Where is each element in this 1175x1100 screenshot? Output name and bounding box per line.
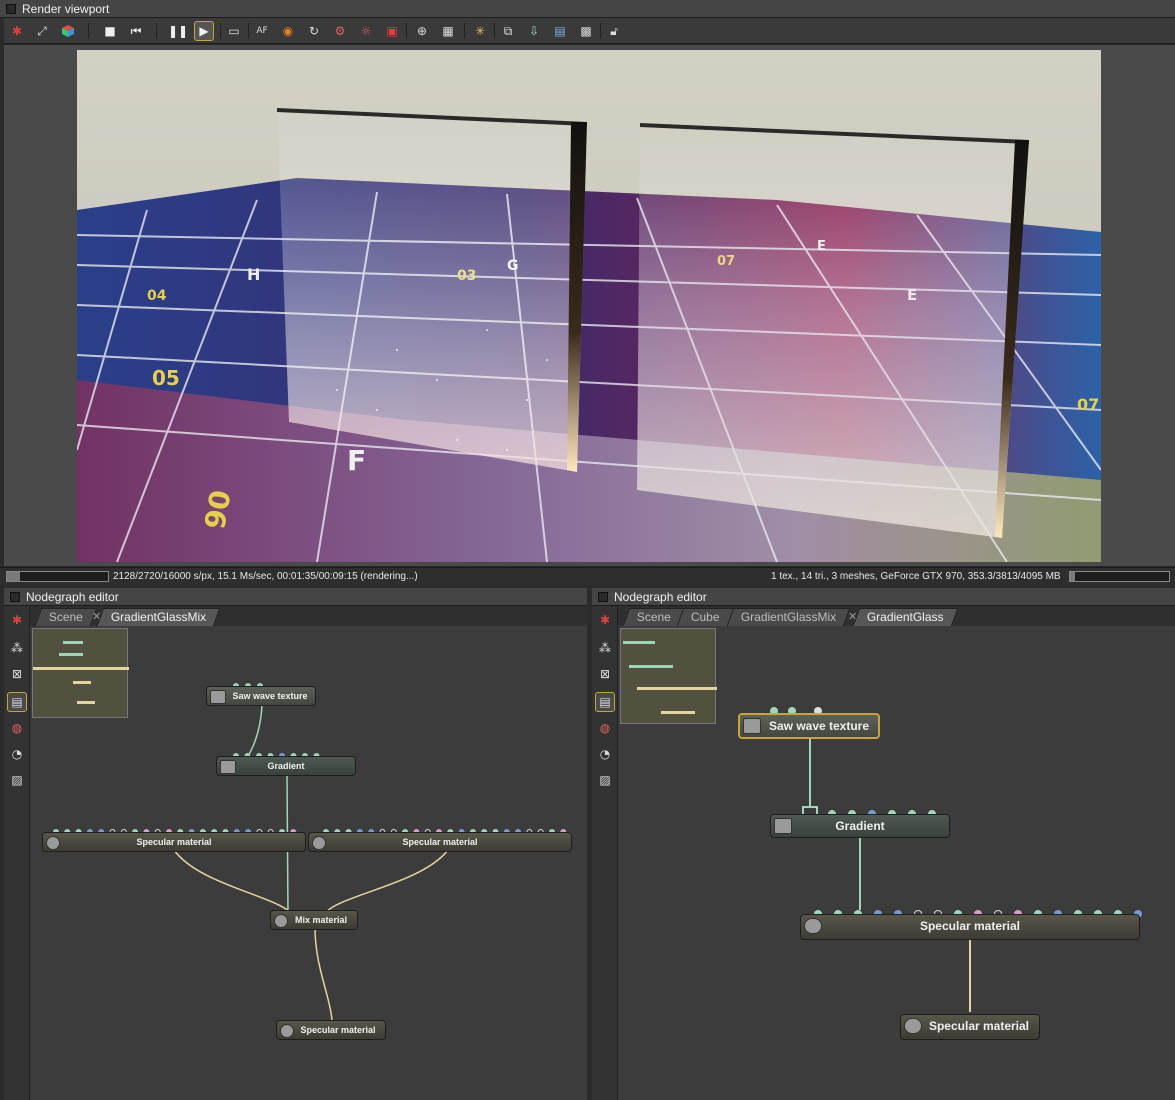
grid-icon[interactable]: ▦ (438, 21, 458, 41)
status-bar: 2128/2720/16000 s/px, 15.1 Ms/sec, 00:01… (0, 567, 1175, 585)
nodegraph-title: Nodegraph editor (592, 588, 1175, 606)
specular-material-node-1[interactable]: Specular material (42, 832, 306, 852)
zoom-icon[interactable]: ⊕ (412, 21, 432, 41)
tab-gradientglassmix[interactable]: GradientGlassMix (96, 608, 221, 626)
nodegraph-title-label: Nodegraph editor (26, 590, 119, 604)
layout-icon[interactable]: ⊠ (595, 664, 615, 684)
export-icon[interactable]: ⇩ (524, 21, 544, 41)
memory-progress-bar (1069, 571, 1170, 582)
lock-icon[interactable]: 🔓︎ (604, 21, 624, 41)
minimap-icon[interactable]: ▤ (7, 692, 27, 712)
nodegraph-canvas[interactable]: Saw wave texture Gradient Specular mater… (618, 626, 1175, 1100)
nodegraph-tabs: Scene ✕ GradientGlassMix (30, 606, 587, 626)
panel-handle-icon[interactable] (10, 592, 20, 602)
gradient-node[interactable]: Gradient (216, 756, 356, 776)
sparkle-icon[interactable]: ✳ (470, 21, 490, 41)
save-icon[interactable]: ▤ (550, 21, 570, 41)
region-icon[interactable]: ▣ (382, 21, 402, 41)
saw-wave-texture-node[interactable]: Saw wave texture (206, 686, 316, 706)
nodegraph-sidebar: ✱ ⁂ ⊠ ▤ ◍ ◔ ▨ (4, 606, 30, 1100)
render-image[interactable]: 04 05 06 07 03 07 H G E E F (77, 50, 1101, 562)
stop-icon[interactable]: ■ (100, 21, 120, 41)
nodegraph-canvas[interactable]: Saw wave texture Gradient Specular mater… (30, 626, 587, 1100)
nodegraph-editor-right: Nodegraph editor ✱ ⁂ ⊠ ▤ ◍ ◔ ▨ Scene Cub… (592, 588, 1175, 1100)
nodegraph-editor-left: Nodegraph editor ✱ ⁂ ⊠ ▤ ◍ ◔ ▨ Scene ✕ G… (4, 588, 587, 1100)
color-cube-icon[interactable] (58, 21, 78, 41)
panel-handle-icon[interactable] (6, 4, 16, 14)
tab-gradientglass[interactable]: GradientGlass (852, 608, 958, 626)
fit-icon[interactable]: ⤢ (32, 21, 52, 41)
settings-icon[interactable]: ⚙ (330, 21, 350, 41)
reset-icon[interactable]: ✱ (7, 610, 27, 630)
specular-material-output-node[interactable]: Specular material (276, 1020, 386, 1040)
material-icon[interactable]: ◍ (595, 718, 615, 738)
nodegraph-title: Nodegraph editor (4, 588, 587, 606)
copy-icon[interactable]: ⧉ (498, 21, 518, 41)
specular-material-output-node[interactable]: Specular material (900, 1014, 1040, 1040)
layout-icon[interactable]: ⊠ (7, 664, 27, 684)
sphere-icon[interactable]: ◔ (7, 744, 27, 764)
texture-icon[interactable]: ▨ (595, 770, 615, 790)
device-stats: 1 tex., 14 tri., 3 meshes, GeForce GTX 9… (771, 571, 1061, 582)
tab-gradientglassmix[interactable]: GradientGlassMix (726, 608, 851, 626)
minimap-icon[interactable]: ▤ (595, 692, 615, 712)
mix-material-node[interactable]: Mix material (270, 910, 358, 930)
specular-material-node[interactable]: Specular material (800, 914, 1140, 940)
render-toolbar: ✱ ⤢ ■ ⏮ ❚❚ ▶ ▭ AF ◉ ↻ ⚙ ☼ ▣ ⊕ ▦ ✳ ⧉ ⇩ ▤ … (4, 18, 1175, 44)
render-progress-bar (6, 571, 109, 582)
nodegraph-sidebar: ✱ ⁂ ⊠ ▤ ◍ ◔ ▨ (592, 606, 618, 1100)
nodegraph-tabs: Scene Cube GradientGlassMix ✕ GradientGl… (618, 606, 1175, 626)
restart-icon[interactable]: ⏮ (126, 21, 146, 41)
reset-icon[interactable]: ✱ (7, 21, 27, 41)
gradient-node[interactable]: Gradient (770, 814, 950, 838)
pause-icon[interactable]: ❚❚ (168, 21, 188, 41)
pattern-icon[interactable]: ▩ (576, 21, 596, 41)
nodes-icon[interactable]: ⁂ (7, 638, 27, 658)
reset-icon[interactable]: ✱ (595, 610, 615, 630)
render-stats: 2128/2720/16000 s/px, 15.1 Ms/sec, 00:01… (113, 571, 418, 582)
svg-text:H: H (247, 265, 260, 284)
sphere-icon[interactable]: ◔ (595, 744, 615, 764)
nodes-icon[interactable]: ⁂ (595, 638, 615, 658)
svg-text:05: 05 (152, 366, 180, 390)
specular-material-node-2[interactable]: Specular material (308, 832, 572, 852)
tab-cube[interactable]: Cube (676, 608, 734, 626)
render-viewport-title: Render viewport (0, 0, 1175, 18)
material-icon[interactable]: ◍ (7, 718, 27, 738)
saw-wave-texture-node[interactable]: Saw wave texture (738, 713, 880, 739)
af-icon[interactable]: AF (252, 21, 272, 41)
svg-text:F: F (347, 444, 366, 477)
svg-text:07: 07 (1077, 395, 1099, 414)
denoise-icon[interactable]: ☼ (356, 21, 376, 41)
start-icon[interactable]: ▶ (194, 21, 214, 41)
tab-scene[interactable]: Scene (622, 608, 686, 626)
panel-handle-icon[interactable] (598, 592, 608, 602)
display-icon[interactable]: ▭ (224, 21, 244, 41)
tab-scene[interactable]: Scene (34, 608, 98, 626)
nodegraph-title-label: Nodegraph editor (614, 590, 707, 604)
rotate-icon[interactable]: ↻ (304, 21, 324, 41)
color-icon[interactable]: ◉ (278, 21, 298, 41)
render-viewport-title-label: Render viewport (22, 2, 110, 16)
texture-icon[interactable]: ▨ (7, 770, 27, 790)
svg-text:04: 04 (147, 288, 167, 304)
render-viewport[interactable]: 04 05 06 07 03 07 H G E E F (4, 45, 1175, 566)
svg-text:06: 06 (197, 487, 236, 531)
